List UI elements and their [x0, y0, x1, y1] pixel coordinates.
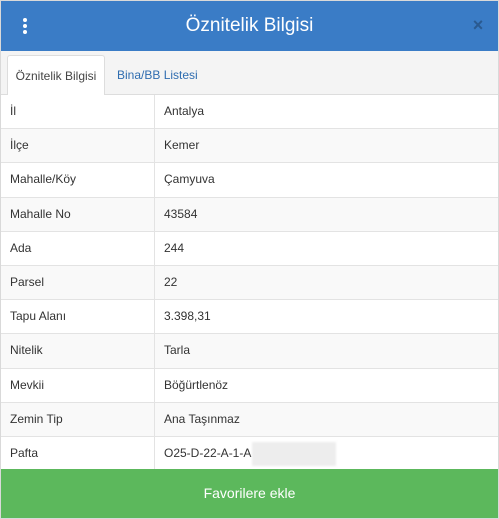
attribute-value: 22: [164, 274, 178, 289]
table-row: Ada 244: [1, 231, 498, 266]
attribute-key: Mevkii: [1, 368, 155, 402]
attribute-value: Ana Taşınmaz: [164, 411, 240, 426]
attribute-key: Zemin Tip: [1, 402, 155, 436]
dialog-header: Öznitelik Bilgisi ×: [1, 1, 498, 51]
table-row: Mahalle No 43584: [1, 197, 498, 232]
table-row: Tapu Alanı 3.398,31: [1, 300, 498, 335]
table-row: Pafta O25-D-22-A-1-A: [1, 436, 498, 472]
table-row: İlçe Kemer: [1, 129, 498, 164]
attribute-key: Ada: [1, 231, 155, 265]
tab-bina-bb-listesi[interactable]: Bina/BB Listesi: [107, 55, 208, 95]
pafta-text: O25-D-22-A-1-A: [164, 445, 252, 460]
tab-bar: Öznitelik Bilgisi Bina/BB Listesi: [1, 51, 498, 96]
attribute-value: Çamyuva: [164, 172, 215, 187]
attribute-value: Böğürtlenöz: [164, 377, 229, 392]
attribute-value: Tarla: [164, 343, 191, 358]
attribute-key: Pafta: [1, 436, 155, 471]
attribute-dialog: Öznitelik Bilgisi × Öznitelik Bilgisi Bi…: [0, 0, 499, 519]
attribute-value: Antalya: [164, 104, 205, 118]
table-row: Parsel 22: [1, 265, 498, 301]
dialog-title: Öznitelik Bilgisi: [185, 15, 314, 36]
tab-oznitelik-bilgisi[interactable]: Öznitelik Bilgisi: [7, 55, 105, 96]
attribute-table: İl Antalya İlçe Kemer Mahalle/Köy Çamyuv…: [1, 95, 498, 472]
table-row: Mevkii Böğürtlenöz: [1, 368, 498, 403]
attribute-key: İlçe: [1, 129, 155, 163]
attribute-value-pafta: O25-D-22-A-1-A: [156, 437, 498, 470]
attribute-key: Tapu Alanı: [1, 300, 155, 334]
attribute-key: Nitelik: [1, 334, 155, 368]
attribute-value: 244: [164, 240, 185, 255]
attribute-key: Parsel: [1, 265, 155, 300]
table-row: Zemin Tip Ana Taşınmaz: [1, 402, 498, 437]
attribute-value: Kemer: [164, 138, 200, 153]
attribute-value: 3.398,31: [164, 309, 211, 324]
table-row: Nitelik Tarla: [1, 334, 498, 369]
redacted-block: [252, 441, 337, 466]
close-icon[interactable]: ×: [470, 15, 486, 35]
attribute-key: İl: [1, 95, 155, 129]
add-favorite-button[interactable]: Favorilere ekle: [1, 469, 498, 518]
attribute-key: Mahalle No: [1, 197, 155, 231]
table-row: İl Antalya: [1, 95, 498, 130]
attribute-key: Mahalle/Köy: [1, 163, 155, 197]
table-row: Mahalle/Köy Çamyuva: [1, 163, 498, 198]
attribute-value: 43584: [164, 206, 198, 221]
